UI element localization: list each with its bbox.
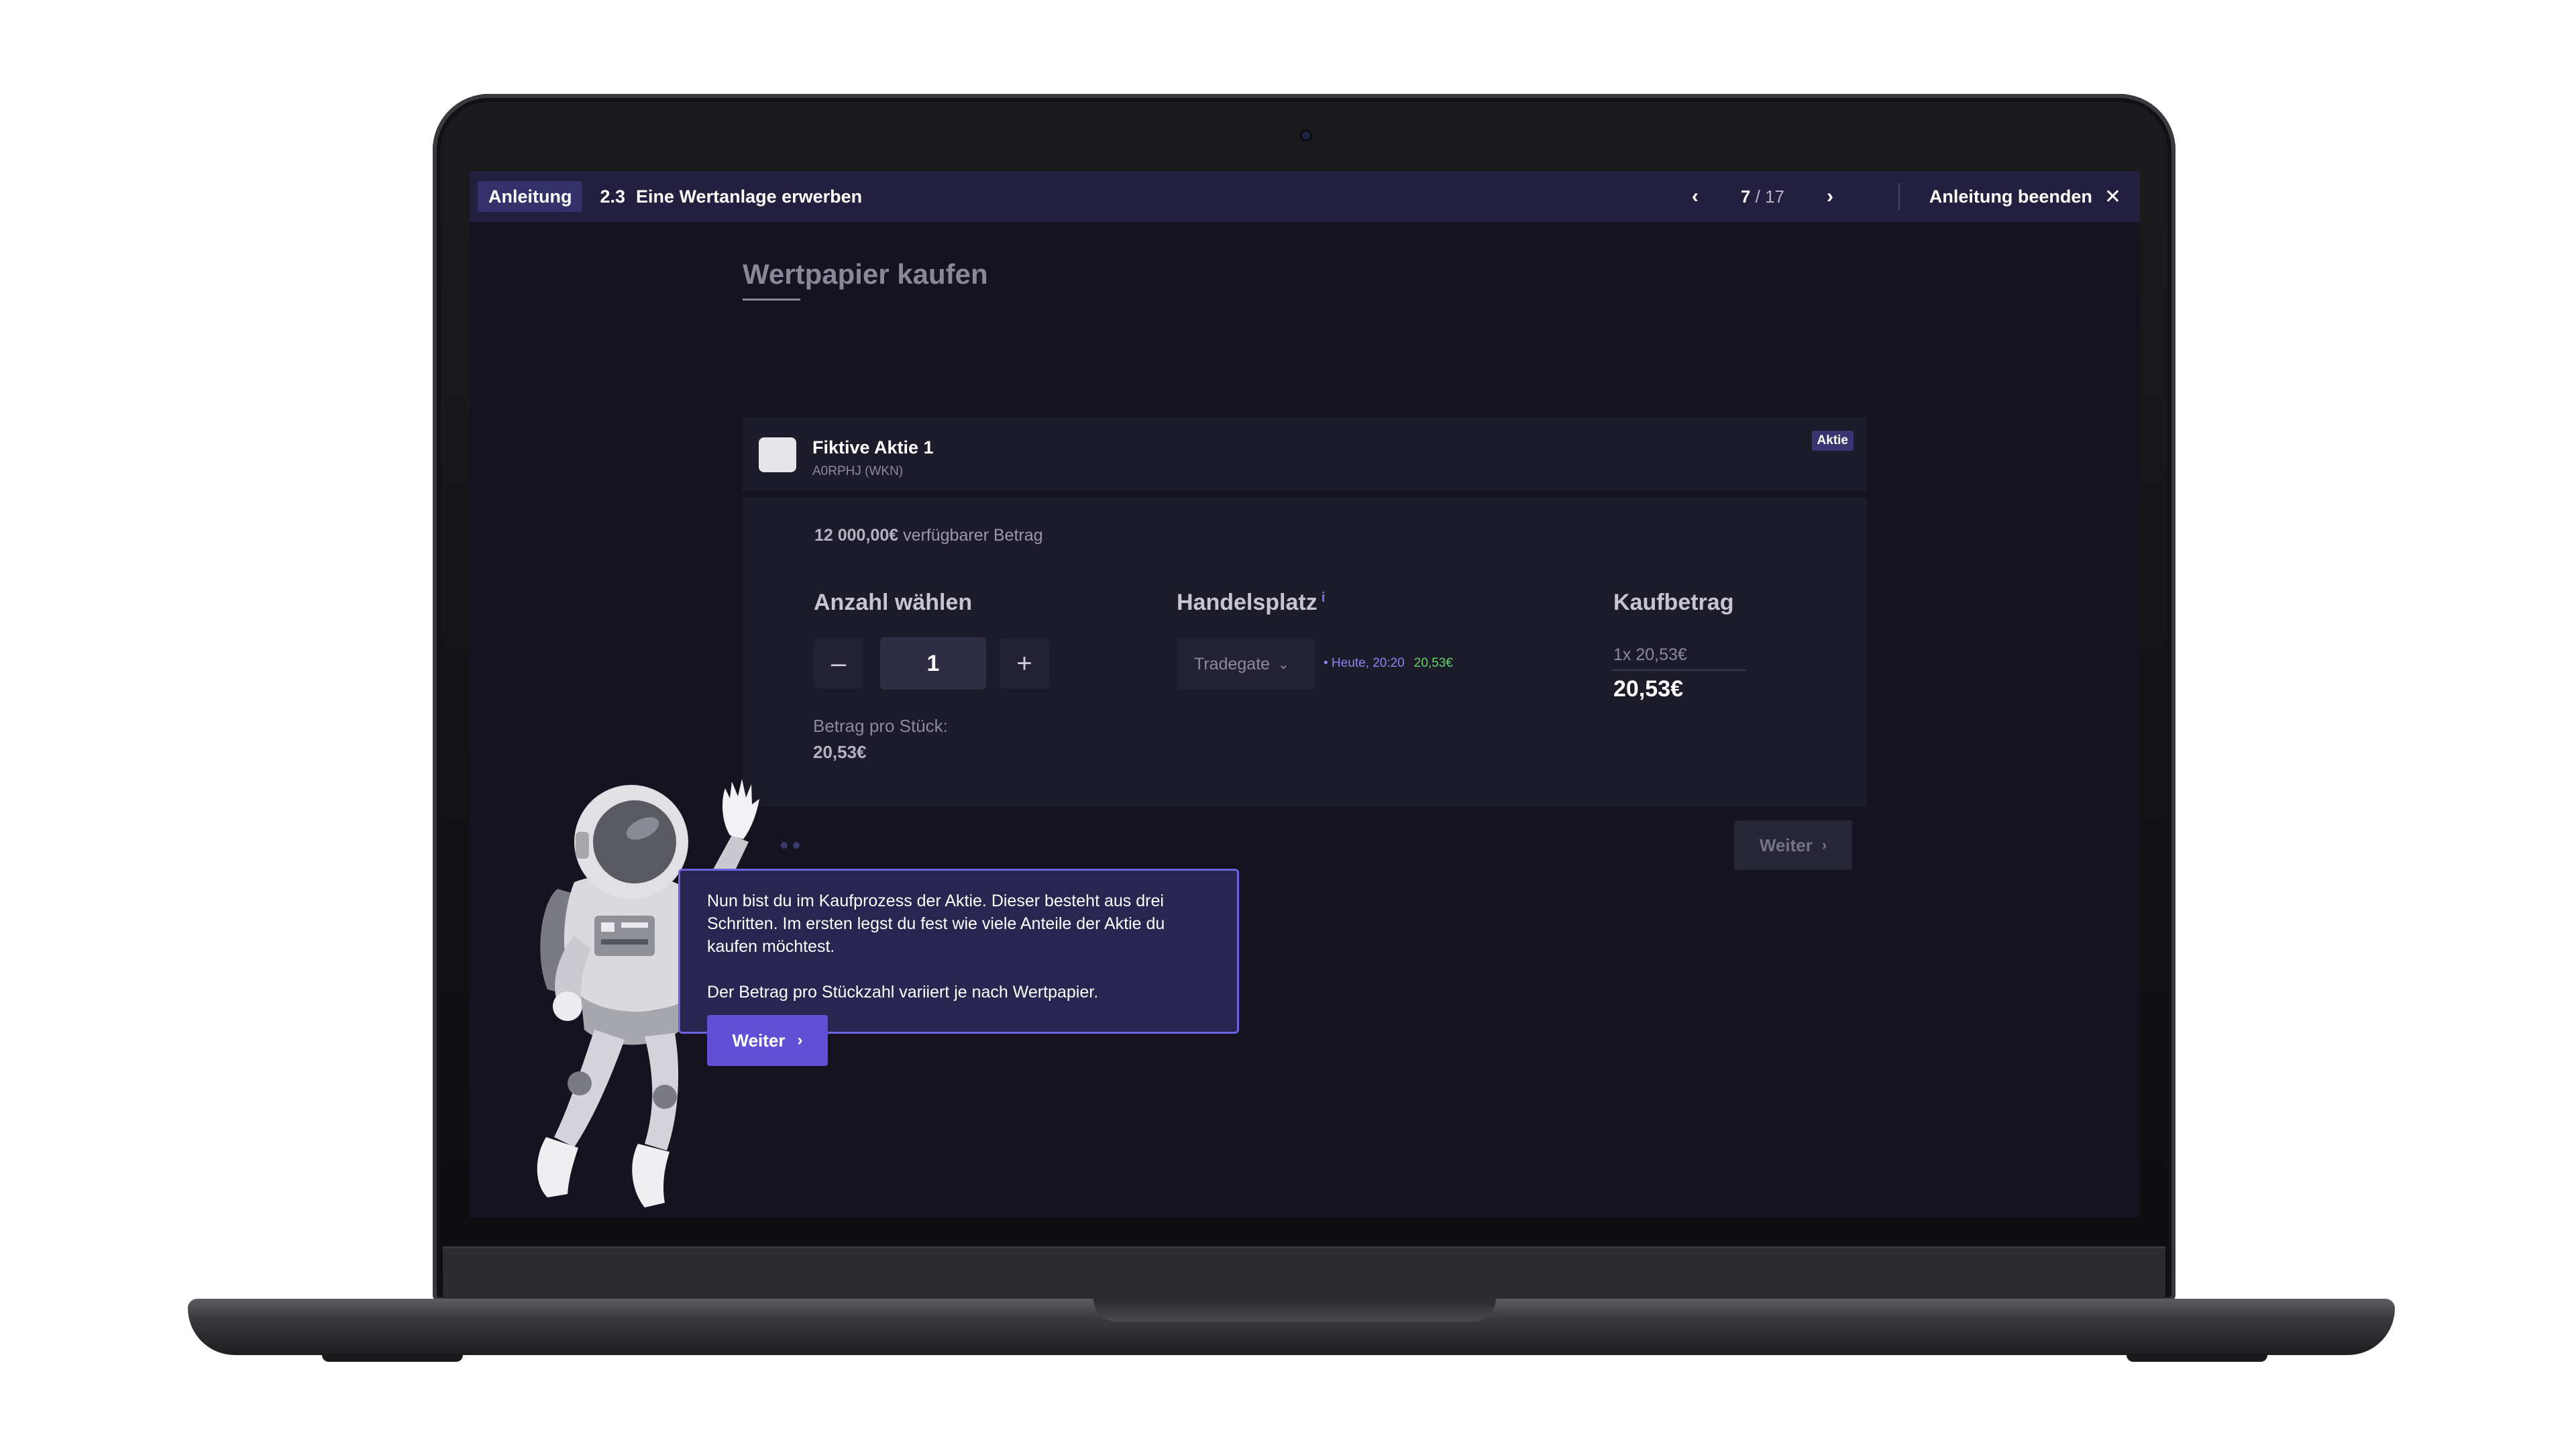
stock-name: Fiktive Aktie 1 bbox=[812, 437, 934, 458]
venue-select[interactable]: Tradegate ⌄ bbox=[1177, 639, 1315, 690]
chevron-right-icon: › bbox=[1821, 837, 1827, 853]
close-icon: ✕ bbox=[2104, 185, 2121, 208]
title-underline bbox=[743, 299, 800, 301]
per-unit-value: 20,53€ bbox=[813, 742, 867, 762]
stock-wkn: A0RPHJ (WKN) bbox=[812, 464, 904, 478]
app-screen: Anleitung 2.3 Eine Wertanlage erwerben ‹… bbox=[470, 171, 2140, 1218]
step-counter: 7 / 17 bbox=[1741, 186, 1784, 207]
venue-heading-label: Handelsplatz bbox=[1177, 590, 1318, 615]
venue-selected: Tradegate bbox=[1194, 654, 1271, 674]
per-unit-label: Betrag pro Stück: bbox=[813, 716, 948, 736]
divider bbox=[1898, 183, 1900, 210]
quote-time: • Heute, 20:20 bbox=[1324, 656, 1405, 670]
asset-type-badge: Aktie bbox=[1811, 431, 1854, 451]
venue-quote: • Heute, 20:20 20,53€ bbox=[1324, 656, 1453, 671]
step-title: Eine Wertanlage erwerben bbox=[636, 186, 863, 207]
stock-card: Fiktive Aktie 1 A0RPHJ (WKN) Aktie bbox=[743, 417, 1867, 491]
page-title: Wertpapier kaufen bbox=[743, 258, 988, 290]
end-tutorial-label: Anleitung beenden bbox=[1929, 186, 2092, 207]
step-pager: ‹ 7 / 17 › bbox=[1682, 171, 1843, 222]
tutorial-bar: Anleitung 2.3 Eine Wertanlage erwerben ‹… bbox=[470, 171, 2140, 222]
venue-heading: Handelsplatz i bbox=[1177, 590, 1325, 616]
next-button[interactable]: Weiter › bbox=[1734, 820, 1852, 870]
sum-total: 20,53€ bbox=[1613, 676, 1683, 702]
tutorial-tag: Anleitung bbox=[478, 181, 583, 212]
chevron-down-icon: ⌄ bbox=[1278, 657, 1289, 672]
quantity-input[interactable]: 1 bbox=[880, 637, 986, 690]
tooltip-text-1: Nun bist du im Kaufprozess der Aktie. Di… bbox=[707, 892, 1165, 956]
info-icon[interactable]: i bbox=[1322, 590, 1326, 605]
step-current: 7 bbox=[1740, 186, 1751, 207]
increment-button[interactable]: + bbox=[1000, 639, 1049, 688]
available-amount: 12 000,00€ verfügbarer Betrag bbox=[814, 526, 1043, 545]
camera-icon bbox=[1302, 131, 1310, 140]
next-label: Weiter bbox=[1759, 835, 1813, 855]
tooltip-next-button[interactable]: Weiter › bbox=[707, 1015, 828, 1066]
quantity-heading: Anzahl wählen bbox=[814, 590, 973, 615]
laptop-foot bbox=[322, 1354, 463, 1362]
buy-card: 12 000,00€ verfügbarer Betrag Anzahl wäh… bbox=[743, 498, 1867, 806]
tutorial-tooltip: Nun bist du im Kaufprozess der Aktie. Di… bbox=[678, 869, 1239, 1034]
quote-price: 20,53€ bbox=[1413, 656, 1453, 670]
step-total: / 17 bbox=[1755, 186, 1784, 207]
chevron-right-icon: › bbox=[797, 1031, 803, 1049]
stock-logo bbox=[759, 437, 796, 472]
available-value: 12 000,00€ bbox=[814, 526, 899, 545]
tooltip-text-2: Der Betrag pro Stückzahl variiert je nac… bbox=[707, 983, 1099, 1002]
decrement-button[interactable]: – bbox=[814, 639, 863, 688]
laptop-hinge bbox=[443, 1246, 2165, 1301]
end-tutorial-button[interactable]: Anleitung beenden ✕ bbox=[1929, 171, 2121, 222]
laptop-notch bbox=[1093, 1299, 1496, 1322]
tooltip-next-label: Weiter bbox=[732, 1030, 786, 1051]
laptop-foot bbox=[2127, 1354, 2267, 1362]
chevron-left-icon[interactable]: ‹ bbox=[1682, 185, 1709, 208]
sum-breakdown: 1x 20,53€ bbox=[1613, 645, 1687, 664]
sum-divider bbox=[1612, 669, 1746, 671]
sum-heading: Kaufbetrag bbox=[1613, 590, 1734, 615]
available-label: verfügbarer Betrag bbox=[903, 526, 1043, 545]
step-number: 2.3 bbox=[600, 186, 626, 207]
chevron-right-icon[interactable]: › bbox=[1817, 185, 1843, 208]
decor-dot bbox=[793, 842, 800, 849]
